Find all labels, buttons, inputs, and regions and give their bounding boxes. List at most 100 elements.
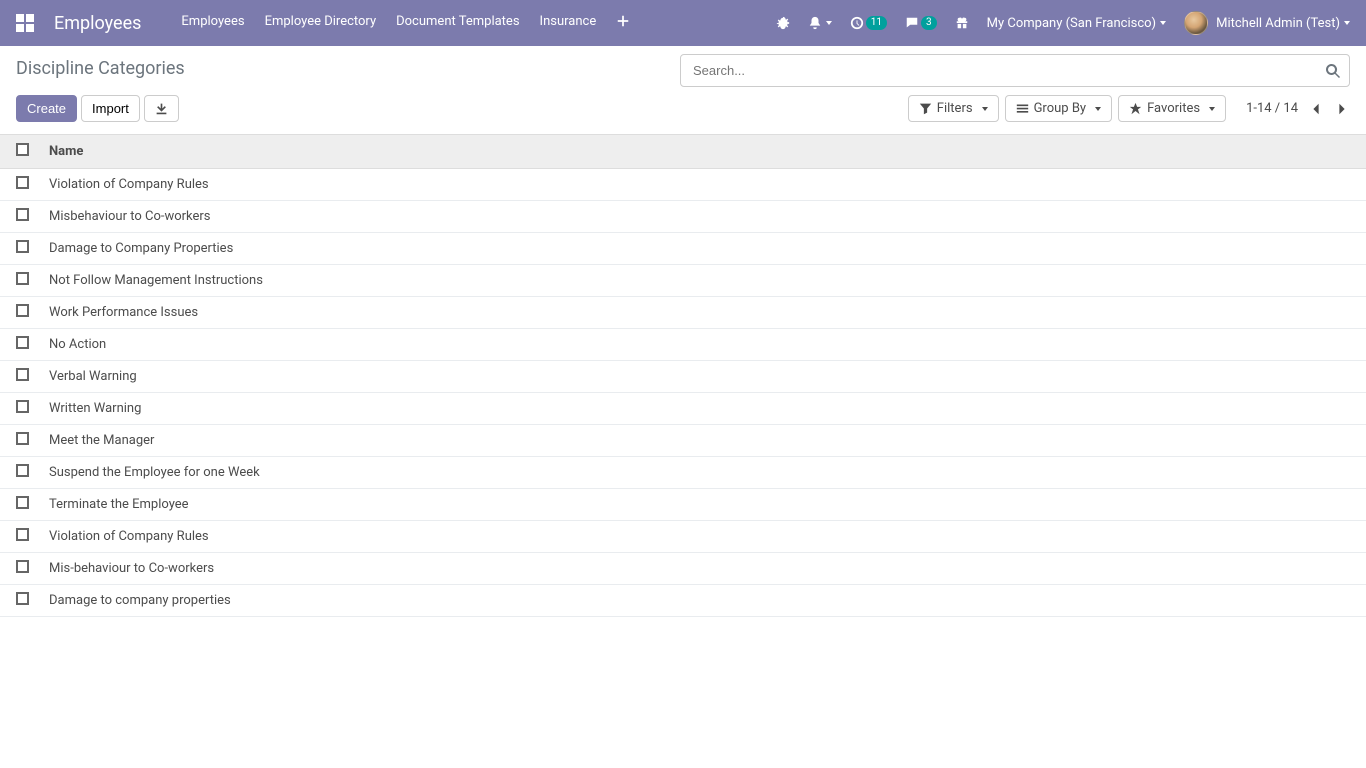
row-checkbox[interactable] [16, 176, 29, 189]
plus-icon [616, 14, 630, 28]
row-checkbox[interactable] [16, 272, 29, 285]
chevron-down-icon [1344, 21, 1350, 25]
clock-icon [850, 16, 864, 30]
row-name-cell[interactable]: Violation of Company Rules [39, 169, 1366, 201]
chevron-left-icon [1311, 102, 1321, 116]
row-checkbox[interactable] [16, 208, 29, 221]
row-name-cell[interactable]: Mis-behaviour to Co-workers [39, 553, 1366, 585]
row-checkbox[interactable] [16, 592, 29, 605]
row-name-cell[interactable]: Suspend the Employee for one Week [39, 457, 1366, 489]
groupby-dropdown[interactable]: Group By [1005, 95, 1113, 122]
table-row[interactable]: Mis-behaviour to Co-workers [0, 553, 1366, 585]
import-button[interactable]: Import [81, 95, 140, 122]
row-checkbox[interactable] [16, 496, 29, 509]
search-box[interactable] [680, 54, 1350, 87]
avatar [1184, 11, 1208, 35]
table-row[interactable]: Terminate the Employee [0, 489, 1366, 521]
nav-item-document-templates[interactable]: Document Templates [396, 14, 519, 32]
row-name-cell[interactable]: Work Performance Issues [39, 297, 1366, 329]
favorites-label: Favorites [1147, 101, 1200, 116]
table-header-row: Name [0, 135, 1366, 169]
search-input[interactable] [689, 59, 1325, 82]
apps-icon[interactable] [16, 14, 34, 32]
app-name: Employees [54, 13, 141, 34]
breadcrumb: Discipline Categories [16, 54, 680, 79]
row-checkbox[interactable] [16, 560, 29, 573]
row-name-cell[interactable]: Damage to company properties [39, 585, 1366, 617]
discipline-table: Name Violation of Company RulesMisbehavi… [0, 135, 1366, 617]
control-panel: Discipline Categories Create Import Filt… [0, 46, 1366, 135]
table-row[interactable]: Suspend the Employee for one Week [0, 457, 1366, 489]
chevron-down-icon [1209, 107, 1215, 111]
company-label: My Company (San Francisco) [987, 16, 1156, 31]
notifications-dropdown[interactable] [808, 16, 832, 30]
bug-icon [776, 16, 790, 30]
user-menu[interactable]: Mitchell Admin (Test) [1184, 11, 1350, 35]
download-icon [155, 102, 168, 115]
row-checkbox[interactable] [16, 368, 29, 381]
row-name-cell[interactable]: Not Follow Management Instructions [39, 265, 1366, 297]
row-name-cell[interactable]: Meet the Manager [39, 425, 1366, 457]
filter-icon [919, 102, 932, 115]
chevron-down-icon [1095, 107, 1101, 111]
create-button[interactable]: Create [16, 95, 77, 122]
pager-text[interactable]: 1-14 / 14 [1246, 101, 1298, 116]
row-checkbox[interactable] [16, 304, 29, 317]
table-row[interactable]: Verbal Warning [0, 361, 1366, 393]
row-checkbox[interactable] [16, 400, 29, 413]
row-name-cell[interactable]: Verbal Warning [39, 361, 1366, 393]
messaging[interactable]: 3 [905, 16, 937, 30]
user-label: Mitchell Admin (Test) [1216, 16, 1340, 31]
chat-badge: 3 [921, 16, 937, 30]
table-row[interactable]: Meet the Manager [0, 425, 1366, 457]
nav-item-employees[interactable]: Employees [181, 14, 244, 32]
nav-item-employee-directory[interactable]: Employee Directory [265, 14, 377, 32]
gift-icon [955, 16, 969, 30]
nav-item-insurance[interactable]: Insurance [540, 14, 597, 32]
nav-item-add[interactable] [616, 14, 630, 32]
nav-right: 11 3 My Company (San Francisco) Mitchell… [776, 11, 1350, 35]
debug-icon[interactable] [776, 16, 790, 30]
table-row[interactable]: Violation of Company Rules [0, 169, 1366, 201]
table-row[interactable]: Damage to company properties [0, 585, 1366, 617]
pager-next[interactable] [1334, 101, 1350, 117]
table-row[interactable]: Work Performance Issues [0, 297, 1366, 329]
company-selector[interactable]: My Company (San Francisco) [987, 16, 1166, 31]
row-checkbox[interactable] [16, 432, 29, 445]
row-name-cell[interactable]: No Action [39, 329, 1366, 361]
favorites-dropdown[interactable]: Favorites [1118, 95, 1226, 122]
search-icon[interactable] [1325, 63, 1341, 79]
navbar: Employees Employees Employee Directory D… [0, 0, 1366, 46]
table-row[interactable]: Not Follow Management Instructions [0, 265, 1366, 297]
table-row[interactable]: Violation of Company Rules [0, 521, 1366, 553]
table-row[interactable]: No Action [0, 329, 1366, 361]
column-header-name[interactable]: Name [39, 135, 1366, 169]
groupby-label: Group By [1034, 101, 1087, 116]
table-row[interactable]: Misbehaviour to Co-workers [0, 201, 1366, 233]
pager-prev[interactable] [1308, 101, 1324, 117]
table-row[interactable]: Written Warning [0, 393, 1366, 425]
row-name-cell[interactable]: Terminate the Employee [39, 489, 1366, 521]
export-button[interactable] [144, 95, 179, 122]
row-name-cell[interactable]: Violation of Company Rules [39, 521, 1366, 553]
filters-dropdown[interactable]: Filters [908, 95, 999, 122]
filters-label: Filters [937, 101, 973, 116]
row-checkbox[interactable] [16, 464, 29, 477]
chevron-down-icon [1160, 21, 1166, 25]
gift-icon[interactable] [955, 16, 969, 30]
star-icon [1129, 102, 1142, 115]
chevron-down-icon [982, 107, 988, 111]
row-checkbox[interactable] [16, 336, 29, 349]
row-name-cell[interactable]: Damage to Company Properties [39, 233, 1366, 265]
row-checkbox[interactable] [16, 240, 29, 253]
chevron-right-icon [1337, 102, 1347, 116]
chevron-down-icon [826, 21, 832, 25]
table-row[interactable]: Damage to Company Properties [0, 233, 1366, 265]
activities[interactable]: 11 [850, 16, 887, 30]
row-name-cell[interactable]: Misbehaviour to Co-workers [39, 201, 1366, 233]
nav-menu: Employees Employee Directory Document Te… [181, 14, 775, 32]
row-name-cell[interactable]: Written Warning [39, 393, 1366, 425]
row-checkbox[interactable] [16, 528, 29, 541]
select-all-checkbox[interactable] [16, 143, 29, 156]
bell-icon [808, 16, 822, 30]
